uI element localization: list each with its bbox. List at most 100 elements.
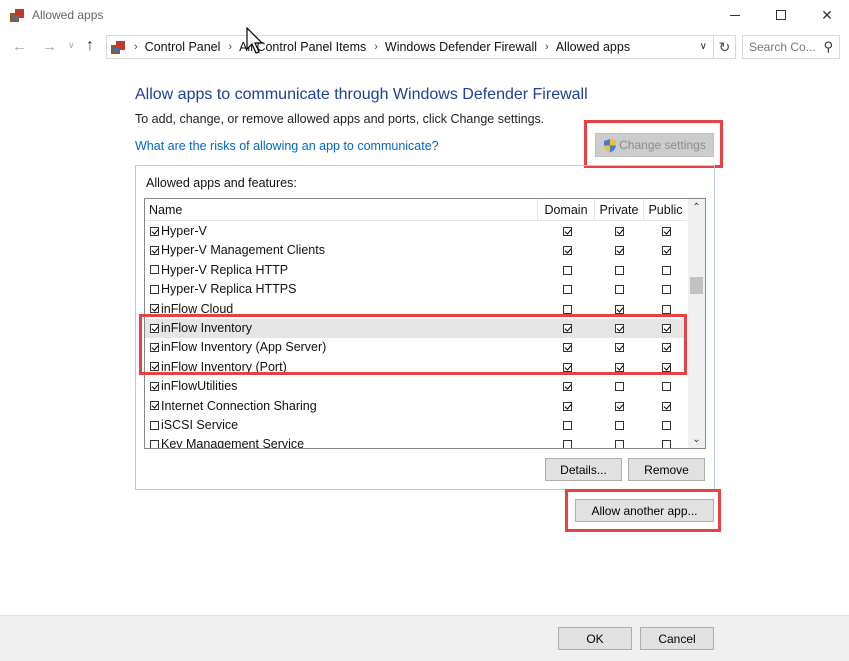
public-checkbox[interactable] bbox=[662, 227, 671, 236]
public-checkbox[interactable] bbox=[662, 362, 671, 372]
scroll-down-icon[interactable]: ⌄ bbox=[688, 431, 705, 448]
address-bar[interactable]: › Control Panel › All Control Panel Item… bbox=[106, 35, 714, 59]
public-checkbox[interactable] bbox=[662, 343, 671, 353]
column-header-name[interactable]: Name bbox=[149, 199, 182, 221]
row-name-label: Hyper-V Replica HTTPS bbox=[161, 282, 297, 297]
enabled-checkbox[interactable] bbox=[150, 226, 159, 236]
cancel-button[interactable]: Cancel bbox=[640, 627, 714, 650]
row-name-label: Hyper-V Replica HTTP bbox=[161, 262, 289, 277]
table-row[interactable]: inFlow Cloud bbox=[145, 300, 687, 319]
domain-checkbox[interactable] bbox=[563, 227, 572, 236]
public-checkbox[interactable] bbox=[662, 246, 671, 256]
public-checkbox[interactable] bbox=[662, 421, 671, 430]
list-header: Name Domain Private Public bbox=[145, 199, 687, 221]
enabled-checkbox[interactable] bbox=[150, 323, 159, 333]
remove-button[interactable]: Remove bbox=[628, 458, 705, 481]
table-row[interactable]: Key Management Service bbox=[145, 435, 687, 448]
public-checkbox[interactable] bbox=[662, 440, 671, 448]
domain-checkbox[interactable] bbox=[563, 265, 572, 275]
scroll-thumb[interactable] bbox=[690, 277, 703, 294]
row-name-cell: inFlow Cloud bbox=[150, 302, 233, 316]
table-row[interactable]: Hyper-V Management Clients bbox=[145, 241, 687, 260]
enabled-checkbox[interactable] bbox=[150, 342, 159, 352]
allowed-apps-list[interactable]: Name Domain Private Public Hyper-V Hyper-… bbox=[144, 198, 706, 449]
enabled-checkbox[interactable] bbox=[150, 381, 159, 391]
maximize-button[interactable] bbox=[758, 0, 804, 30]
private-checkbox[interactable] bbox=[615, 343, 624, 353]
breadcrumb-firewall[interactable]: Windows Defender Firewall bbox=[385, 40, 537, 54]
breadcrumb-control-panel[interactable]: Control Panel bbox=[145, 40, 221, 54]
refresh-button[interactable]: ↻ bbox=[714, 35, 736, 59]
ok-button[interactable]: OK bbox=[558, 627, 632, 650]
public-checkbox[interactable] bbox=[662, 382, 671, 392]
recent-locations-icon[interactable]: ∨ bbox=[68, 40, 75, 51]
column-header-domain[interactable]: Domain bbox=[537, 199, 594, 221]
domain-checkbox[interactable] bbox=[563, 324, 572, 333]
list-scrollbar[interactable]: ⌃ ⌄ bbox=[688, 199, 705, 448]
private-checkbox[interactable] bbox=[615, 362, 624, 372]
public-checkbox[interactable] bbox=[662, 304, 671, 314]
details-button[interactable]: Details... bbox=[545, 458, 622, 481]
domain-checkbox[interactable] bbox=[563, 401, 572, 411]
table-row[interactable]: Internet Connection Sharing bbox=[145, 397, 687, 416]
breadcrumb-allowed-apps[interactable]: Allowed apps bbox=[556, 40, 630, 54]
table-row[interactable]: Hyper-V bbox=[145, 222, 687, 241]
row-name-cell: inFlow Inventory (App Server) bbox=[150, 340, 326, 354]
chevron-down-icon[interactable]: ∨ bbox=[700, 41, 707, 52]
private-checkbox[interactable] bbox=[615, 382, 624, 392]
private-checkbox[interactable] bbox=[615, 324, 624, 333]
domain-checkbox[interactable] bbox=[563, 421, 572, 430]
domain-checkbox[interactable] bbox=[563, 382, 572, 392]
domain-checkbox[interactable] bbox=[563, 304, 572, 314]
allow-another-app-button[interactable]: Allow another app... bbox=[575, 499, 714, 522]
private-checkbox[interactable] bbox=[615, 304, 624, 314]
close-button[interactable]: ✕ bbox=[804, 0, 849, 30]
table-row[interactable]: inFlow Inventory bbox=[145, 319, 687, 339]
public-checkbox[interactable] bbox=[662, 265, 671, 275]
forward-arrow-icon[interactable]: → bbox=[42, 38, 57, 55]
enabled-checkbox[interactable] bbox=[150, 401, 159, 411]
domain-checkbox[interactable] bbox=[563, 343, 572, 353]
search-input[interactable]: Search Co... ⚲ bbox=[742, 35, 840, 59]
column-header-public[interactable]: Public bbox=[643, 199, 687, 221]
private-checkbox[interactable] bbox=[615, 246, 624, 256]
table-row[interactable]: Hyper-V Replica HTTP bbox=[145, 261, 687, 280]
change-settings-label: Change settings bbox=[619, 138, 706, 152]
domain-checkbox[interactable] bbox=[563, 362, 572, 372]
enabled-checkbox[interactable] bbox=[150, 439, 159, 448]
public-checkbox[interactable] bbox=[662, 285, 671, 295]
table-row[interactable]: iSCSI Service bbox=[145, 416, 687, 435]
page-title: Allow apps to communicate through Window… bbox=[135, 86, 588, 103]
table-row[interactable]: inFlow Inventory (App Server) bbox=[145, 338, 687, 357]
enabled-checkbox[interactable] bbox=[150, 304, 159, 314]
enabled-checkbox[interactable] bbox=[150, 245, 159, 255]
domain-checkbox[interactable] bbox=[563, 246, 572, 256]
public-checkbox[interactable] bbox=[662, 324, 671, 333]
private-checkbox[interactable] bbox=[615, 440, 624, 448]
back-arrow-icon[interactable]: ← bbox=[12, 38, 27, 55]
up-arrow-icon[interactable]: ↑ bbox=[86, 37, 94, 55]
enabled-checkbox[interactable] bbox=[150, 362, 159, 372]
public-checkbox[interactable] bbox=[662, 401, 671, 411]
enabled-checkbox[interactable] bbox=[150, 284, 159, 294]
row-name-cell: Internet Connection Sharing bbox=[150, 399, 317, 413]
row-name-label: Internet Connection Sharing bbox=[161, 398, 317, 413]
minimize-button[interactable] bbox=[712, 0, 758, 30]
private-checkbox[interactable] bbox=[615, 401, 624, 411]
table-row[interactable]: inFlow Inventory (Port) bbox=[145, 358, 687, 377]
enabled-checkbox[interactable] bbox=[150, 420, 159, 430]
private-checkbox[interactable] bbox=[615, 265, 624, 275]
private-checkbox[interactable] bbox=[615, 227, 624, 236]
change-settings-button[interactable]: Change settings bbox=[595, 133, 714, 157]
risks-link[interactable]: What are the risks of allowing an app to… bbox=[135, 139, 439, 153]
scroll-up-icon[interactable]: ⌃ bbox=[688, 199, 705, 216]
table-row[interactable]: inFlowUtilities bbox=[145, 377, 687, 396]
enabled-checkbox[interactable] bbox=[150, 265, 159, 275]
domain-checkbox[interactable] bbox=[563, 440, 572, 448]
domain-checkbox[interactable] bbox=[563, 285, 572, 295]
private-checkbox[interactable] bbox=[615, 285, 624, 295]
private-checkbox[interactable] bbox=[615, 421, 624, 430]
row-name-cell: Hyper-V Replica HTTPS bbox=[150, 282, 296, 296]
column-header-private[interactable]: Private bbox=[594, 199, 643, 221]
table-row[interactable]: Hyper-V Replica HTTPS bbox=[145, 280, 687, 299]
